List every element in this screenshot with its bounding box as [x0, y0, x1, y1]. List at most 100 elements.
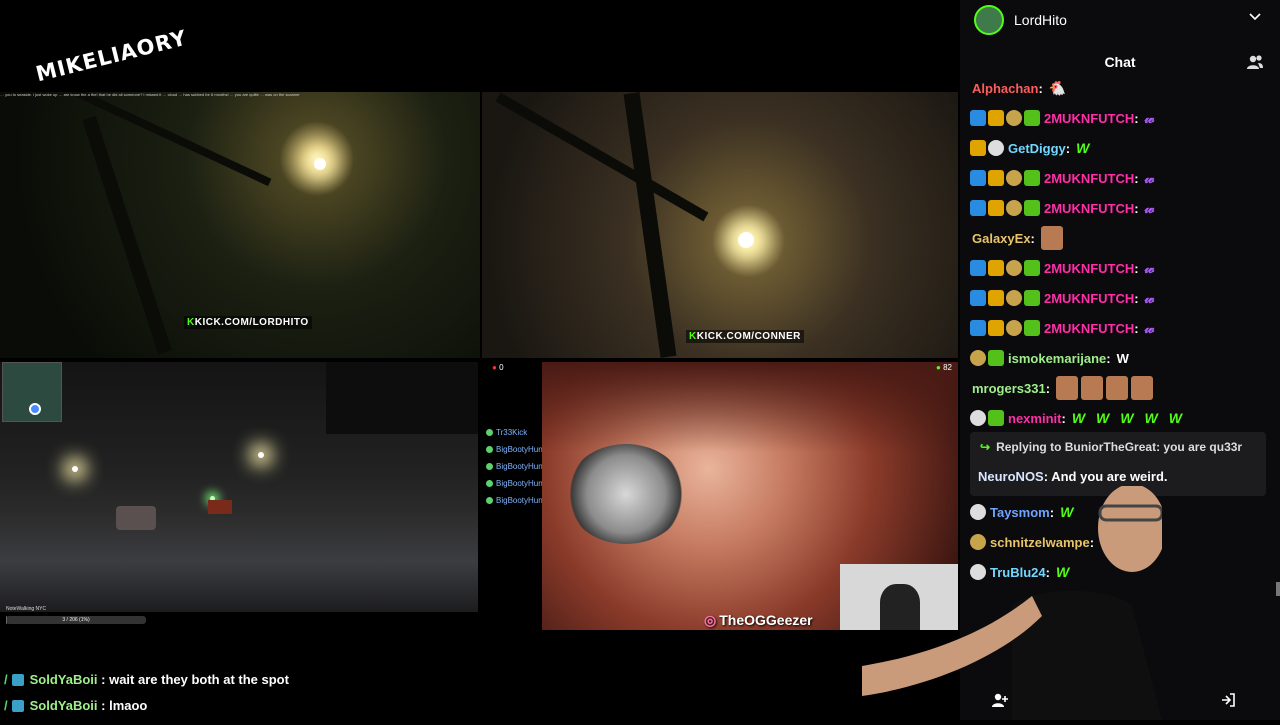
chat-colon: : — [1038, 80, 1043, 96]
emote: 𝓌 — [1144, 259, 1155, 276]
emote: W — [1120, 410, 1134, 426]
chat-message[interactable]: 2MUKNFUTCH: 𝓌 — [970, 195, 1165, 221]
reply-header: ↪ Replying to BuniorTheGreat: you are qu3… — [980, 440, 1242, 454]
slash-icon: / — [4, 698, 8, 713]
chevron-down-icon[interactable] — [1248, 10, 1262, 24]
kick-watermark-right-text: KICK.COM/CONNER — [696, 331, 801, 342]
chat-message[interactable]: nexminit: W W W W W — [970, 405, 1193, 431]
stream-video-area[interactable]: KKICK.COM/LORDHITO … you to seaside. i j… — [0, 0, 960, 720]
account-name[interactable]: LordHito — [1014, 12, 1067, 28]
microphone-image — [566, 444, 686, 544]
car-interior-cam — [326, 362, 478, 434]
kick-watermark-right: KKICK.COM/CONNER — [686, 330, 804, 343]
gift-sub-icon — [1024, 200, 1040, 216]
logo-text: MIKELIAORY — [33, 25, 190, 87]
badge-icon — [486, 463, 493, 471]
kick-watermark-left-text: KICK.COM/LORDHITO — [194, 317, 309, 328]
badge-icon — [486, 429, 493, 437]
gift-sub-icon — [988, 350, 1004, 366]
chat-username[interactable]: 2MUKNFUTCH — [1044, 321, 1134, 336]
chat-message[interactable]: 2MUKNFUTCH: 𝓌 — [970, 255, 1165, 281]
red-counter-value: 0 — [499, 363, 504, 372]
chat-message[interactable]: Alphachan: 🐔 — [970, 78, 1077, 101]
chat-message[interactable]: 2MUKNFUTCH: 𝓌 — [970, 285, 1165, 311]
progress-fill — [6, 616, 8, 624]
emote — [1081, 376, 1104, 400]
collapse-chat-icon[interactable] — [1218, 692, 1238, 712]
chat-colon: : — [1134, 290, 1139, 306]
chat-text: W — [1116, 350, 1129, 366]
chat-username[interactable]: 2MUKNFUTCH — [1044, 201, 1134, 216]
chat-username[interactable]: mrogers331 — [972, 381, 1046, 396]
chat-message[interactable]: 2MUKNFUTCH: 𝓌 — [970, 315, 1165, 341]
location-dot-icon — [29, 403, 41, 415]
chat-username[interactable]: 2MUKNFUTCH — [1044, 291, 1134, 306]
chat-colon: : — [1106, 350, 1111, 366]
viewer-counter-green: ● 82 — [936, 363, 952, 372]
overlay-chat-sep: : — [97, 672, 110, 687]
users-icon[interactable] — [1246, 54, 1264, 70]
emote: 𝓌 — [1144, 319, 1155, 336]
emote — [1131, 376, 1154, 400]
street-light — [72, 466, 78, 472]
vip-crown-icon — [988, 200, 1004, 216]
reply-label: Replying to BuniorTheGreat: you are qu33… — [996, 440, 1243, 454]
overlay-chat-user: SoldYaBoii — [29, 672, 98, 687]
gift-sub-icon — [1024, 320, 1040, 336]
truck — [208, 500, 232, 514]
chat-username[interactable]: Alphachan — [972, 81, 1038, 96]
subscriber-badge-icon — [988, 140, 1004, 156]
avatar[interactable] — [974, 5, 1004, 35]
og-badge-icon — [1006, 260, 1022, 276]
streamer-name-text: TheOGGeezer — [719, 612, 813, 628]
moderator-badge-icon — [970, 290, 986, 306]
chat-message[interactable]: mrogers331: — [970, 375, 1156, 401]
streamer-cam — [862, 484, 1166, 720]
chat-username[interactable]: GalaxyEx — [972, 231, 1031, 246]
overlay-chat-message: wait are they both at the spot — [109, 672, 289, 687]
video-pane-top-left: KKICK.COM/LORDHITO — [0, 92, 480, 358]
chat-username[interactable]: GetDiggy — [1008, 141, 1066, 156]
kick-watermark-left: KKICK.COM/LORDHITO — [184, 316, 312, 329]
subscriber-badge-icon — [970, 410, 986, 426]
chat-username[interactable]: nexminit — [1008, 411, 1061, 426]
chat-colon: : — [1030, 230, 1035, 246]
chat-message[interactable]: GalaxyEx: — [970, 225, 1066, 251]
emote — [1106, 376, 1129, 400]
overlay-chat-line: / SoldYaBoii : wait are they both at the … — [4, 672, 289, 687]
viewer-counter-red: ● 0 — [492, 363, 504, 372]
chat-colon: : — [1045, 380, 1051, 396]
og-badge-icon — [1006, 200, 1022, 216]
tree-trunk — [82, 115, 172, 355]
og-badge-icon — [1006, 320, 1022, 336]
progress-text: 3 / 206 (1%) — [62, 617, 90, 623]
account-switcher[interactable]: LordHito — [974, 5, 1067, 35]
moderator-badge-icon — [970, 170, 986, 186]
chat-username[interactable]: ismokemarijane — [1008, 351, 1106, 366]
gift-sub-icon — [1024, 260, 1040, 276]
chat-colon: : — [1134, 110, 1139, 126]
gift-sub-icon — [1024, 170, 1040, 186]
scrollbar[interactable] — [1276, 582, 1280, 596]
reply-arrow-icon: ↪ — [980, 440, 991, 454]
chat-message[interactable]: 2MUKNFUTCH: 𝓌 — [970, 105, 1165, 131]
chat-username[interactable]: 2MUKNFUTCH — [1044, 261, 1134, 276]
streamer-name-tag: ◎ TheOGGeezer — [704, 612, 813, 629]
chat-message[interactable]: ismokemarijane: W — [970, 345, 1129, 371]
chat-message[interactable]: GetDiggy: W — [970, 135, 1100, 161]
emote: 𝓌 — [1144, 109, 1155, 126]
street-light — [314, 158, 326, 170]
emote: W — [1076, 140, 1090, 156]
chat-colon: : — [1061, 410, 1066, 426]
chat-username[interactable]: 2MUKNFUTCH — [1044, 111, 1134, 126]
reply-text: And you are weird. — [1051, 469, 1168, 484]
emote: W — [1096, 410, 1110, 426]
reply-user[interactable]: NeuroNOS — [978, 469, 1044, 484]
emote — [1040, 226, 1063, 250]
vip-crown-icon — [988, 260, 1004, 276]
moderator-badge-icon — [970, 260, 986, 276]
chat-message[interactable]: 2MUKNFUTCH: 𝓌 — [970, 165, 1165, 191]
chat-username[interactable]: 2MUKNFUTCH — [1044, 171, 1134, 186]
moderator-badge-icon — [970, 200, 986, 216]
moderator-badge-icon — [970, 110, 986, 126]
